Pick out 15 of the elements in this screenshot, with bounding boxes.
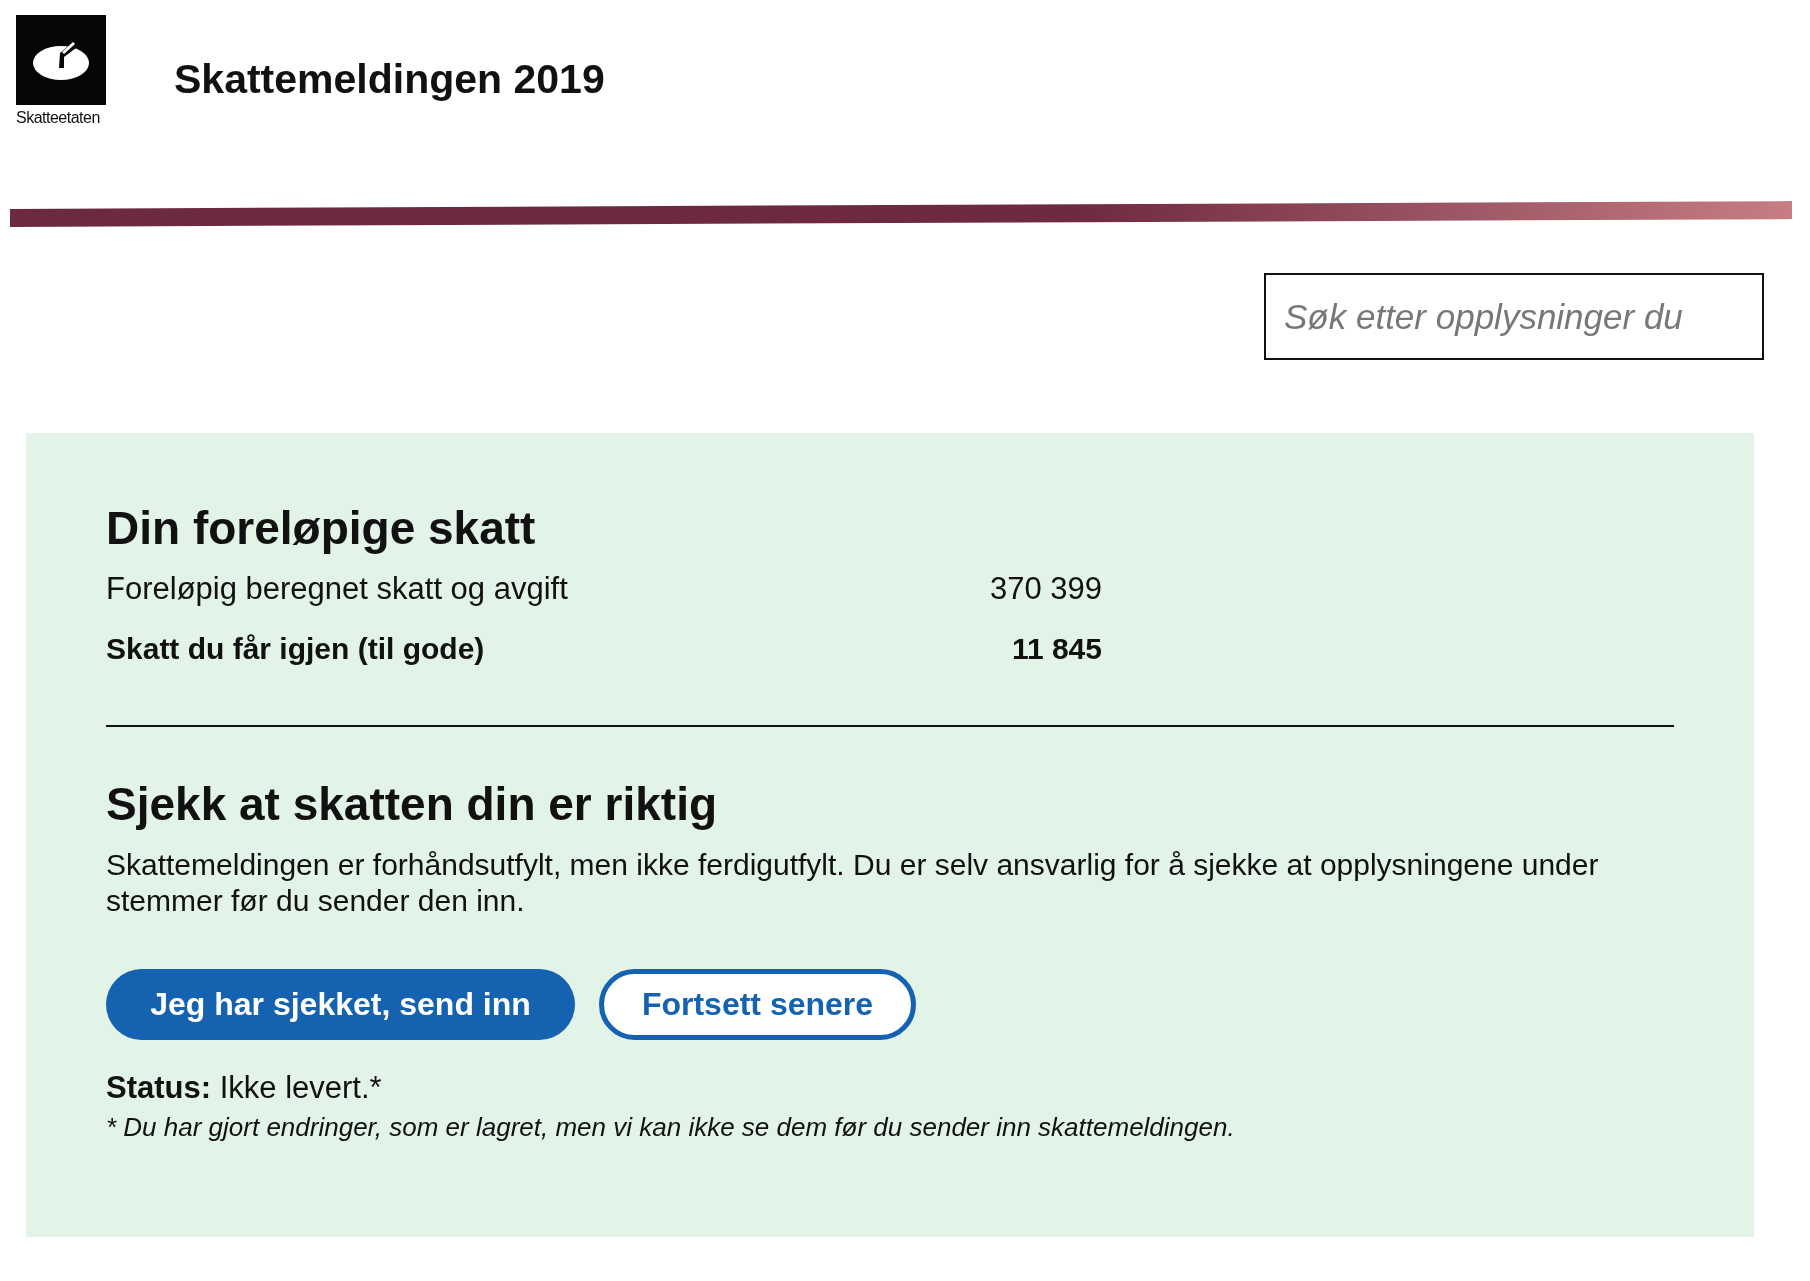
search-field[interactable]: Søk etter opplysninger du [1264, 273, 1764, 360]
row-value: 370 399 [989, 570, 1102, 608]
action-button[interactable]: Jeg har sjekket, send inn [106, 968, 575, 1040]
logo-text: Skatteetaten [16, 109, 100, 127]
row-label: Foreløpig beregnet skatt og avgift [106, 570, 568, 608]
logo-icon [16, 15, 106, 105]
info-paragraph: Skattemeldingen er forhåndsutfylt, men ikke ferdigutfylt. Du er selv ansvarlig for å sjekke at opplysningene under stemmer før du sender den inn. [106, 846, 1600, 919]
section-heading: Din foreløpige skatt [106, 501, 537, 556]
page-title: Skattemeldingen 2019 [174, 55, 605, 104]
action-button[interactable]: Fortsett senere [599, 968, 916, 1040]
footnote: * Du har gjort endringer, som er lagret, men vi kan ikke se dem før du sender inn skattemeldingen. [106, 1111, 1236, 1143]
section-heading: Sjekk at skatten din er riktig [106, 777, 718, 833]
status-text: Status: Ikke levert.* [106, 1069, 383, 1106]
row-value: 11 845 [1011, 631, 1102, 668]
row-label: Skatt du får igjen (til gode) [106, 631, 485, 668]
